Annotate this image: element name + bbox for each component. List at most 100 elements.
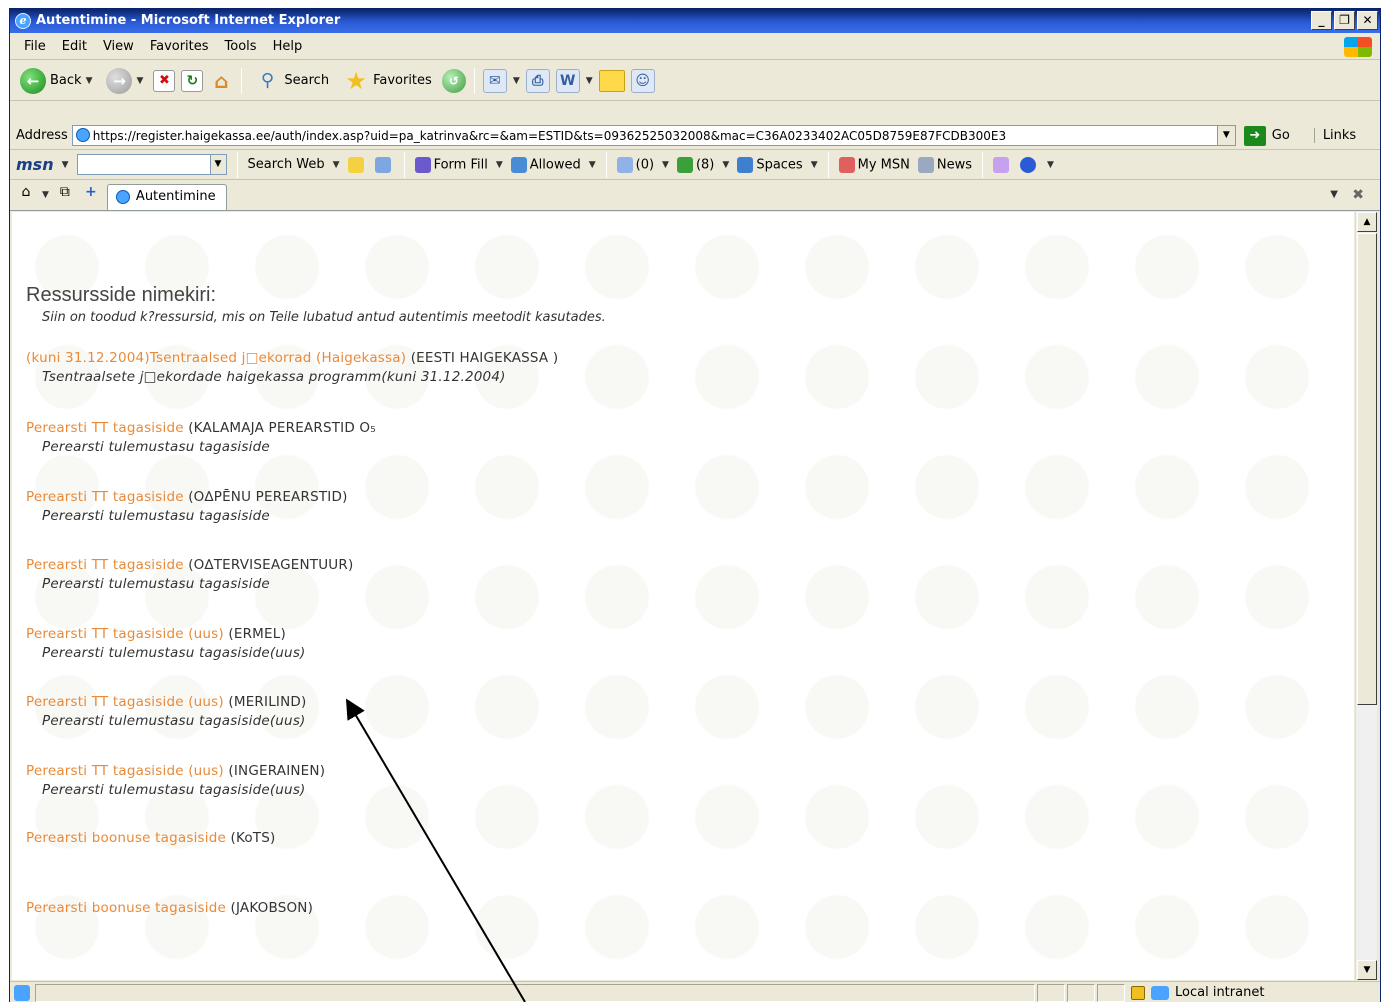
- spaces-dropdown-icon[interactable]: ▼: [811, 160, 818, 170]
- spaces-button[interactable]: Spaces: [737, 156, 803, 173]
- msn-dropdown-icon[interactable]: ▼: [62, 160, 69, 170]
- scroll-thumb[interactable]: [1357, 233, 1377, 705]
- resource-item: Perearsti TT tagasiside (O∆PĒNU PEREARST…: [26, 489, 348, 524]
- scroll-down-icon[interactable]: ▼: [1357, 960, 1377, 980]
- toolbar-separator: [827, 151, 829, 178]
- search-web-dropdown-icon[interactable]: ▼: [333, 160, 340, 170]
- refresh-icon[interactable]: ↻: [181, 69, 204, 92]
- back-button[interactable]: ← Back ▼: [16, 66, 96, 96]
- go-button[interactable]: ➜ Go: [1243, 125, 1290, 146]
- tab-title: Autentimine: [135, 189, 216, 204]
- resource-description: Perearsti tulemustasu tagasiside(uus): [42, 782, 306, 798]
- allowed-dropdown-icon[interactable]: ▼: [589, 160, 596, 170]
- resource-org: (JAKOBSON): [226, 900, 314, 916]
- menu-tools[interactable]: Tools: [217, 39, 265, 54]
- resource-link[interactable]: Perearsti TT tagasiside: [26, 420, 184, 436]
- resource-link[interactable]: Perearsti boonuse tagasiside: [26, 900, 226, 916]
- go-arrow-icon: ➜: [1243, 125, 1266, 146]
- my-msn-button[interactable]: My MSN: [838, 156, 910, 173]
- find-icon[interactable]: [374, 156, 391, 173]
- edit-dropdown-icon[interactable]: ▼: [586, 76, 593, 86]
- search-web-button[interactable]: Search Web: [248, 157, 325, 172]
- resource-link[interactable]: Perearsti TT tagasiside (uus): [26, 694, 224, 710]
- links-button[interactable]: Links: [1313, 128, 1356, 143]
- forward-dropdown-icon[interactable]: ▼: [136, 76, 143, 86]
- tab-page-icon: [115, 190, 130, 204]
- resource-description: Perearsti tulemustasu tagasiside: [42, 576, 270, 592]
- msn-search-dropdown-icon[interactable]: ▼: [209, 155, 226, 174]
- messenger-dropdown-icon[interactable]: ▼: [722, 160, 729, 170]
- menu-help[interactable]: Help: [265, 39, 311, 54]
- security-zone: Local intranet: [1175, 985, 1265, 1000]
- resource-link[interactable]: Perearsti TT tagasiside: [26, 489, 184, 505]
- mail-dropdown-icon[interactable]: ▼: [513, 76, 520, 86]
- resource-link[interactable]: Perearsti TT tagasiside (uus): [26, 626, 224, 642]
- new-tab-plus-icon[interactable]: +: [81, 184, 101, 206]
- address-input[interactable]: https://register.haigekassa.ee/auth/inde…: [71, 125, 1236, 146]
- resource-description: Perearsti tulemustasu tagasiside: [42, 508, 270, 524]
- mail-icon[interactable]: ✉: [482, 68, 507, 93]
- tab-close-icon[interactable]: ✖: [1352, 187, 1364, 203]
- close-button[interactable]: ✕: [1357, 11, 1378, 30]
- minimize-button[interactable]: _: [1311, 11, 1332, 30]
- allowed-label: Allowed: [529, 157, 581, 172]
- menu-edit[interactable]: Edit: [54, 39, 95, 54]
- menu-favorites[interactable]: Favorites: [142, 39, 217, 54]
- messenger-icon[interactable]: ☺: [630, 68, 655, 93]
- back-label: Back: [50, 73, 82, 88]
- address-dropdown-icon[interactable]: ▼: [1216, 126, 1235, 145]
- scroll-up-icon[interactable]: ▲: [1357, 212, 1377, 232]
- resource-description: Tsentraalsete j□ekordade haigekassa prog…: [42, 369, 506, 385]
- back-dropdown-icon[interactable]: ▼: [86, 76, 93, 86]
- word-icon[interactable]: W: [555, 68, 580, 93]
- mail-count-dropdown-icon[interactable]: ▼: [662, 160, 669, 170]
- help-icon[interactable]: [1020, 156, 1037, 173]
- resource-link[interactable]: Perearsti boonuse tagasiside: [26, 830, 226, 846]
- vertical-scrollbar[interactable]: ▲ ▼: [1355, 212, 1377, 980]
- restore-button[interactable]: ❐: [1334, 11, 1355, 30]
- forward-button[interactable]: → ▼: [102, 66, 147, 96]
- resource-link[interactable]: Perearsti TT tagasiside (uus): [26, 763, 224, 779]
- msn-logo[interactable]: msn: [16, 155, 54, 174]
- resource-link[interactable]: (kuni 31.12.2004)Tsentraalsed j□ekorrad …: [26, 350, 406, 366]
- resource-link[interactable]: Perearsti TT tagasiside: [26, 557, 184, 573]
- buddy-icon: [676, 156, 693, 173]
- menu-file[interactable]: File: [16, 39, 54, 54]
- favorites-button[interactable]: ★ Favorites: [339, 66, 436, 96]
- print-icon[interactable]: ⎙: [525, 68, 550, 93]
- news-button[interactable]: News: [917, 156, 972, 173]
- favorites-star-icon: ★: [345, 66, 367, 95]
- tab-list-dropdown-icon[interactable]: ▼: [1330, 189, 1338, 200]
- stop-icon[interactable]: ✖: [153, 69, 176, 92]
- form-fill-button[interactable]: Form Fill: [414, 156, 488, 173]
- tab-autentimine[interactable]: Autentimine: [106, 184, 227, 210]
- search-icon: ⚲: [260, 70, 274, 91]
- search-button[interactable]: ⚲ Search: [250, 66, 333, 96]
- back-icon: ←: [20, 67, 46, 94]
- address-url[interactable]: https://register.haigekassa.ee/auth/inde…: [93, 129, 1006, 143]
- history-icon[interactable]: ↺: [441, 68, 466, 93]
- tab-home-icon[interactable]: ⌂: [16, 184, 36, 206]
- toolbar-separator: [241, 67, 243, 94]
- resource-org: (KoTS): [226, 830, 276, 846]
- new-window-icon[interactable]: ⧉: [55, 184, 75, 206]
- alerts-icon[interactable]: [993, 156, 1010, 173]
- messenger-button[interactable]: (8): [676, 156, 714, 173]
- resource-item: Perearsti TT tagasiside (uus) (MERILIND)…: [26, 694, 306, 729]
- msn-search-input[interactable]: ▼: [76, 154, 227, 175]
- form-fill-dropdown-icon[interactable]: ▼: [496, 160, 503, 170]
- popup-allowed-button[interactable]: Allowed: [510, 156, 581, 173]
- folder-icon[interactable]: [598, 69, 625, 92]
- menu-view[interactable]: View: [95, 39, 142, 54]
- resource-description: Perearsti tulemustasu tagasiside: [42, 439, 270, 455]
- hotmail-button[interactable]: (0): [616, 156, 655, 173]
- mail-count: (0): [635, 157, 655, 172]
- home-icon[interactable]: ⌂: [209, 69, 233, 93]
- address-label: Address: [16, 128, 68, 143]
- page-title: Ressursside nimekiri:: [26, 284, 217, 306]
- help-dropdown-icon[interactable]: ▼: [1047, 160, 1054, 170]
- highlight-icon[interactable]: [347, 156, 364, 173]
- lock-icon[interactable]: [1131, 985, 1145, 1000]
- resource-org: (O∆PĒNU PEREARSTID): [183, 489, 348, 505]
- tab-home-dropdown-icon[interactable]: ▼: [42, 190, 49, 200]
